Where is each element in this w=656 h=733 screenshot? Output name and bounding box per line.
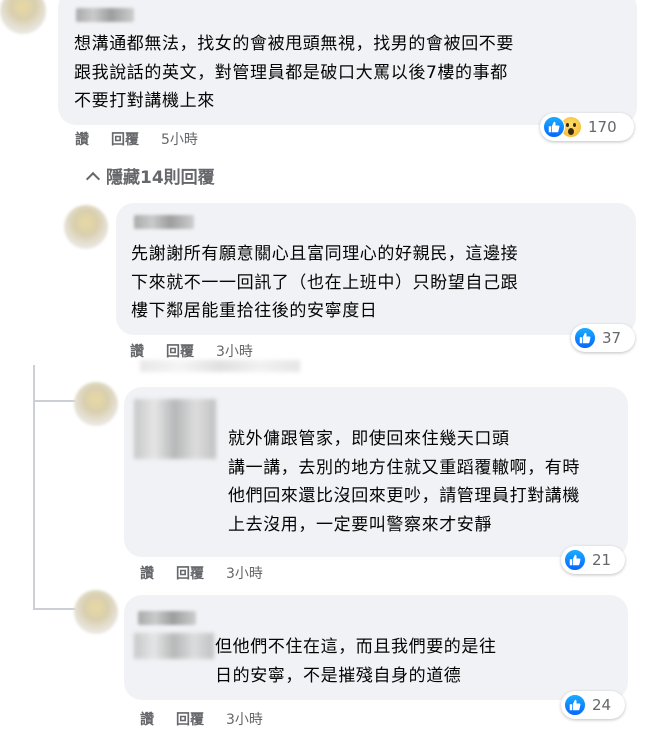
commenter-name[interactable] [138,611,196,625]
reply-link[interactable]: 回覆 [111,129,139,149]
like-icon [564,694,586,716]
like-link[interactable]: 讚 [75,129,89,149]
chevron-up-icon [85,171,101,186]
avatar[interactable] [74,590,118,634]
reaction-summary[interactable]: 170 [540,113,634,141]
like-icon [564,549,586,571]
reaction-summary[interactable]: 21 [561,546,625,574]
comment-text: 想溝通都無法，找女的會被甩頭無視，找男的會被回不要 跟我說話的英文，對管理員都是… [74,34,514,111]
comment-text: 先謝謝所有願意關心且富同理心的好親民，這邊接 下來就不一一回訊了（也在上班中）只… [131,244,519,321]
hide-replies-label: 隱藏14則回覆 [106,168,215,188]
comment-text: 但他們不住在這，而且我們要的是往 日的安寧，不是摧殘自身的道德 [215,637,497,686]
reaction-summary[interactable]: 24 [561,691,625,719]
comment-actions: 讚 回覆 3小時 [140,563,263,583]
like-link[interactable]: 讚 [140,709,154,729]
timestamp[interactable]: 3小時 [216,341,253,361]
reply-link[interactable]: 回覆 [176,709,204,729]
hide-replies-button[interactable]: 隱藏14則回覆 [85,163,215,188]
like-icon [574,327,596,349]
reaction-count: 24 [592,696,612,714]
commenter-name[interactable] [134,399,216,459]
reaction-count: 37 [602,329,622,347]
reply-link[interactable]: 回覆 [166,341,194,361]
commenter-name-blur [134,633,214,659]
thread-line-branch [33,608,77,610]
like-link[interactable]: 讚 [140,563,154,583]
reaction-summary[interactable]: 37 [571,324,635,352]
reaction-count: 170 [588,118,617,136]
comment-actions: 讚 回覆 3小時 [130,341,253,361]
commenter-name[interactable] [134,215,194,229]
timestamp[interactable]: 3小時 [226,709,263,729]
overlap-artifact [140,360,300,372]
commenter-name[interactable] [76,8,134,22]
reply-link[interactable]: 回覆 [176,563,204,583]
avatar[interactable] [64,205,108,249]
avatar[interactable] [74,382,118,426]
reaction-count: 21 [592,551,612,569]
timestamp[interactable]: 3小時 [226,563,263,583]
avatar[interactable] [0,0,46,34]
like-link[interactable]: 讚 [130,341,144,361]
like-icon [543,116,565,138]
timestamp[interactable]: 5小時 [161,129,198,149]
comment-actions: 讚 回覆 3小時 [140,709,263,729]
thread-line-branch [33,400,77,402]
comment-actions: 讚 回覆 5小時 [75,129,198,149]
comment-text: 就外傭跟管家，即使回來住幾天口頭 講一講，去別的地方住就又重蹈覆轍啊，有時 他們… [228,429,580,535]
